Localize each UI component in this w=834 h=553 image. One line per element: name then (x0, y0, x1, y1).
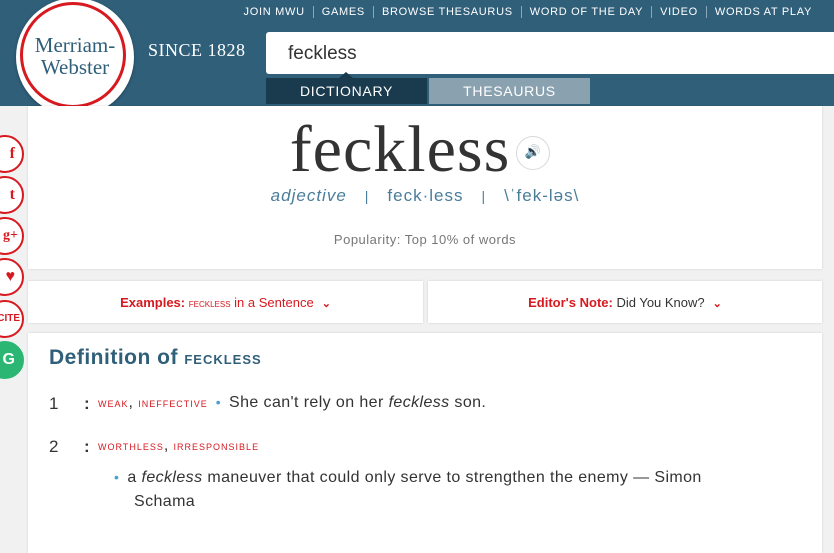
sense-colon: : (84, 394, 90, 413)
popularity: Popularity: Top 10% of words (333, 232, 517, 247)
sense-number: 1 (49, 394, 59, 413)
examples-label: Examples: (120, 295, 186, 310)
audio-pronunciation-button[interactable]: 🔊 (516, 136, 550, 170)
headword: feckless (289, 113, 511, 186)
nav-words-at-play[interactable]: WORDS AT PLAY (707, 6, 820, 18)
example-post: maneuver that could only serve to streng… (207, 469, 702, 486)
grammarly-icon[interactable]: G (0, 341, 24, 379)
examples-word: feckless (188, 298, 231, 310)
editors-note-panel-toggle[interactable]: Editor's Note: Did You Know? ⌄ (428, 281, 822, 323)
chevron-down-icon: ⌄ (712, 298, 722, 310)
speaker-icon: 🔊 (524, 144, 542, 159)
meta-divider: | (481, 188, 487, 204)
search-box[interactable] (266, 32, 834, 74)
syllables: feck·less (387, 186, 464, 205)
definition-heading-prefix: Definition of (49, 346, 178, 369)
part-of-speech[interactable]: adjective (271, 186, 347, 205)
synonym-link[interactable]: irresponsible (174, 438, 260, 453)
search-input[interactable] (286, 42, 790, 66)
merriam-webster-logo[interactable]: Merriam- Webster (16, 0, 134, 116)
examples-rest: in a Sentence (234, 295, 314, 310)
example-post: son. (454, 394, 487, 411)
nav-browse-thesaurus[interactable]: BROWSE THESAURUS (374, 6, 521, 18)
example-word: feckless (388, 394, 450, 411)
sense-1: weak, ineffective • She can't rely on her … (98, 394, 487, 411)
top-nav: JOIN MWU GAMES BROWSE THESAURUS WORD OF … (236, 6, 820, 18)
logo-text-line1: Merriam- (34, 33, 116, 57)
synonym-link[interactable]: weak (98, 395, 129, 410)
example-pre: She can't rely on her (229, 394, 384, 411)
synonym-link[interactable]: worthless (98, 438, 164, 453)
definition-heading-word: feckless (184, 348, 262, 369)
sense-colon: : (84, 437, 90, 456)
tab-thesaurus[interactable]: THESAURUS (429, 78, 590, 104)
example-attribution: Schama (134, 493, 196, 510)
meta-divider: | (364, 188, 370, 204)
tab-dictionary[interactable]: DICTIONARY (266, 72, 427, 104)
sense-2-example: • a feckless maneuver that could only ser… (114, 465, 702, 514)
bullet: • (114, 469, 120, 485)
since-tagline: SINCE 1828 (148, 40, 246, 60)
synonym-link[interactable]: ineffective (138, 395, 208, 410)
nav-video[interactable]: VIDEO (652, 6, 706, 18)
editors-note-rest: Did You Know? (616, 295, 705, 310)
logo-text-line2: Webster (40, 55, 110, 79)
bullet: • (215, 394, 222, 410)
entry-meta: adjective | feck·less | \ˈfek-ləs\ (0, 186, 834, 206)
example-pre: a (127, 469, 137, 486)
search-tabs: DICTIONARY THESAURUS (266, 72, 590, 104)
chevron-down-icon: ⌄ (321, 298, 331, 310)
definition-heading: Definition of feckless (49, 346, 262, 370)
examples-panel-toggle[interactable]: Examples: feckless in a Sentence ⌄ (28, 281, 423, 323)
nav-join-mwu[interactable]: JOIN MWU (236, 6, 313, 18)
editors-note-label: Editor's Note: (528, 295, 613, 310)
nav-word-of-the-day[interactable]: WORD OF THE DAY (522, 6, 651, 18)
sense-2: worthless, irresponsible (98, 437, 260, 454)
pronunciation: \ˈfek-ləs\ (504, 186, 580, 205)
example-word: feckless (141, 469, 203, 486)
sense-number: 2 (49, 437, 59, 456)
nav-games[interactable]: GAMES (314, 6, 373, 18)
cite-icon[interactable]: CITE (0, 300, 24, 338)
